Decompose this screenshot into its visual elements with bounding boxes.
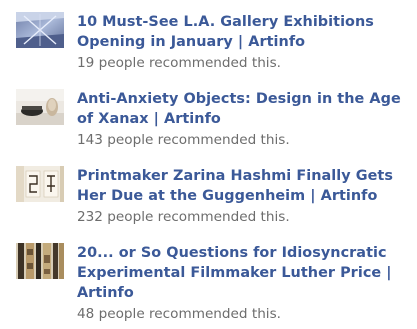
recommendation-count: 19 people recommended this. <box>77 55 281 71</box>
article-title-link[interactable]: 20... or So Questions for Idiosyncratic … <box>77 243 411 303</box>
prints-thumbnail[interactable] <box>16 166 64 202</box>
recommendation-count: 48 people recommended this. <box>77 306 281 322</box>
design-objects-thumbnail[interactable] <box>16 89 64 125</box>
recommendation-count: 232 people recommended this. <box>77 209 290 225</box>
film-strip-thumbnail[interactable] <box>16 243 64 279</box>
gallery-light-installation-thumbnail[interactable] <box>16 12 64 48</box>
recommendations-widget: 10 Must-See L.A. Gallery Exhibitions Ope… <box>0 0 417 329</box>
article-title-link[interactable]: 10 Must-See L.A. Gallery Exhibitions Ope… <box>77 12 411 52</box>
article-title-link[interactable]: Anti-Anxiety Objects: Design in the Age … <box>77 89 411 129</box>
article-title-link[interactable]: Printmaker Zarina Hashmi Finally Gets He… <box>77 166 411 206</box>
recommendation-count: 143 people recommended this. <box>77 132 290 148</box>
